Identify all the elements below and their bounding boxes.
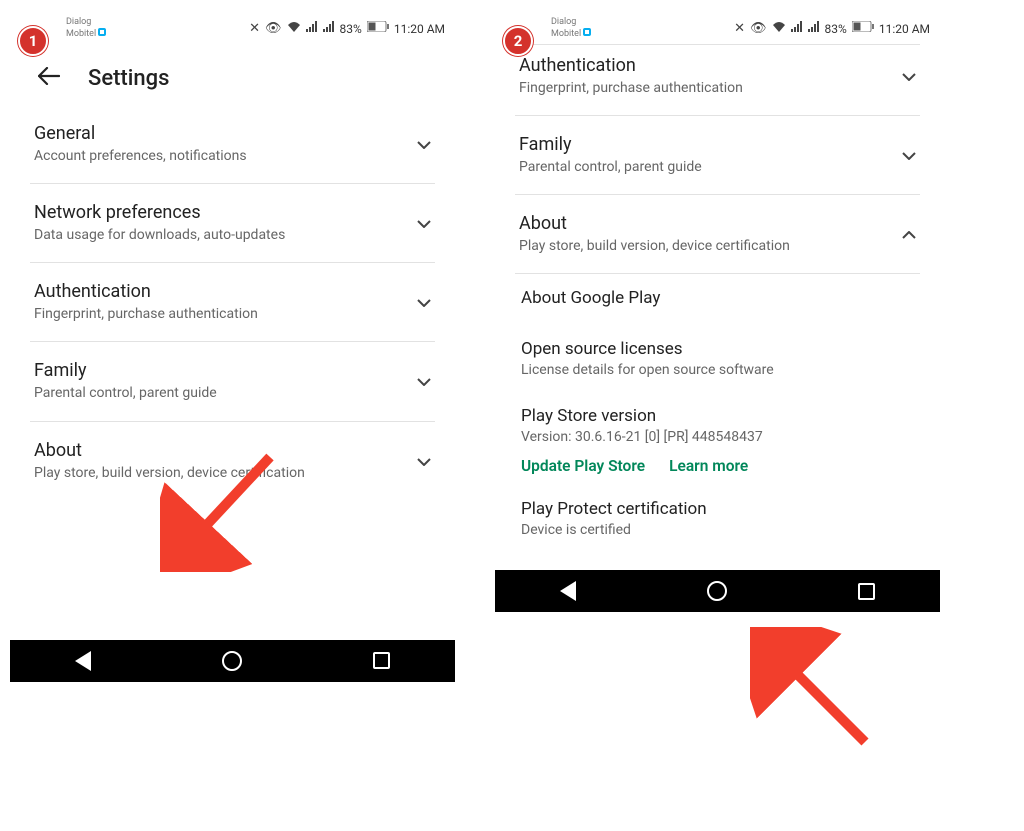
row-title: General (34, 123, 399, 144)
signal-icon-2 (808, 21, 820, 36)
subrow-version[interactable]: Play Store version Version: 30.6.16-21 [… (515, 392, 920, 449)
status-bar: Dialog Mobitel ✕ 👁 83% 11:20 (495, 12, 940, 44)
row-authentication[interactable]: Authentication Fingerprint, purchase aut… (515, 45, 920, 116)
action-links: Update Play Store Learn more (515, 449, 920, 493)
row-title: Authentication (34, 281, 399, 302)
nav-recent-icon[interactable] (858, 583, 875, 600)
wifi-icon (287, 21, 301, 37)
wifi-icon (772, 21, 786, 37)
clock: 11:20 AM (879, 22, 930, 36)
row-subtitle: Parental control, parent guide (34, 384, 399, 402)
signal-icon-2 (323, 21, 335, 36)
row-title: Authentication (519, 55, 884, 76)
eye-icon: 👁 (265, 21, 282, 36)
back-icon[interactable] (38, 66, 60, 91)
row-title: About (34, 440, 399, 461)
nav-recent-icon[interactable] (373, 652, 390, 669)
subrow-title: About Google Play (521, 288, 914, 308)
row-subtitle: Data usage for downloads, auto-updates (34, 226, 399, 244)
page-title: Settings (88, 66, 169, 91)
carrier-label: Dialog Mobitel (66, 18, 106, 40)
row-subtitle: Play store, build version, device certif… (34, 464, 399, 482)
nav-back-icon[interactable] (560, 581, 576, 601)
settings-list: General Account preferences, notificatio… (10, 113, 455, 500)
settings-list: Authentication Fingerprint, purchase aut… (495, 45, 940, 553)
learn-more-link[interactable]: Learn more (669, 457, 748, 475)
subrow-title: Play Protect certification (521, 499, 914, 519)
subrow-licenses[interactable]: Open source licenses License details for… (515, 325, 920, 392)
battery-percent: 83% (825, 22, 847, 36)
row-subtitle: Account preferences, notifications (34, 147, 399, 165)
signal-icon (791, 21, 803, 36)
clock: 11:20 AM (394, 22, 445, 36)
subrow-subtitle: Device is certified (521, 522, 914, 538)
step-badge-2: 2 (503, 26, 533, 56)
chevron-down-icon (417, 293, 431, 311)
row-authentication[interactable]: Authentication Fingerprint, purchase aut… (30, 263, 435, 342)
battery-icon (852, 21, 874, 36)
row-title: Family (34, 360, 399, 381)
header: Settings (10, 44, 455, 113)
row-subtitle: Fingerprint, purchase authentication (34, 305, 399, 323)
row-title: About (519, 213, 884, 234)
mute-icon: ✕ (734, 21, 745, 36)
status-bar: Dialog Mobitel ✕ 👁 83% 11:20 (10, 12, 455, 44)
row-about[interactable]: About Play store, build version, device … (30, 422, 435, 500)
nav-home-icon[interactable] (222, 651, 242, 671)
annotation-arrow-2 (750, 627, 890, 767)
chevron-up-icon (902, 225, 916, 243)
nav-home-icon[interactable] (707, 581, 727, 601)
subrow-subtitle: License details for open source software (521, 362, 914, 378)
subrow-title: Play Store version (521, 406, 914, 426)
signal-icon (306, 21, 318, 36)
row-subtitle: Parental control, parent guide (519, 158, 884, 176)
chevron-down-icon (902, 146, 916, 164)
chevron-down-icon (902, 67, 916, 85)
row-title: Network preferences (34, 202, 399, 223)
phone-screen-1: 1 Dialog Mobitel ✕ 👁 83% (10, 12, 455, 682)
row-general[interactable]: General Account preferences, notificatio… (30, 113, 435, 184)
row-title: Family (519, 134, 884, 155)
subrow-about-gp[interactable]: About Google Play (515, 274, 920, 325)
row-network[interactable]: Network preferences Data usage for downl… (30, 184, 435, 263)
battery-percent: 83% (340, 22, 362, 36)
carrier-label: Dialog Mobitel (551, 18, 591, 40)
eye-icon: 👁 (750, 21, 767, 36)
update-play-store-link[interactable]: Update Play Store (521, 457, 645, 475)
chevron-down-icon (417, 372, 431, 390)
phone-screen-2: 2 Dialog Mobitel ✕ 👁 83% (495, 12, 940, 682)
chevron-down-icon (417, 452, 431, 470)
step-badge-1: 1 (18, 26, 48, 56)
row-subtitle: Fingerprint, purchase authentication (519, 79, 884, 97)
row-family[interactable]: Family Parental control, parent guide (30, 342, 435, 421)
subrow-subtitle: Version: 30.6.16-21 [0] [PR] 448548437 (521, 429, 914, 445)
battery-icon (367, 21, 389, 36)
notification-icon (98, 28, 106, 36)
chevron-down-icon (417, 135, 431, 153)
subrow-protect[interactable]: Play Protect certification Device is cer… (515, 493, 920, 552)
android-navbar (10, 640, 455, 682)
mute-icon: ✕ (249, 21, 260, 36)
row-family[interactable]: Family Parental control, parent guide (515, 116, 920, 195)
android-navbar (495, 570, 940, 612)
notification-icon (583, 28, 591, 36)
row-about[interactable]: About Play store, build version, device … (515, 195, 920, 274)
row-subtitle: Play store, build version, device certif… (519, 237, 884, 255)
chevron-down-icon (417, 214, 431, 232)
nav-back-icon[interactable] (75, 651, 91, 671)
subrow-title: Open source licenses (521, 339, 914, 359)
